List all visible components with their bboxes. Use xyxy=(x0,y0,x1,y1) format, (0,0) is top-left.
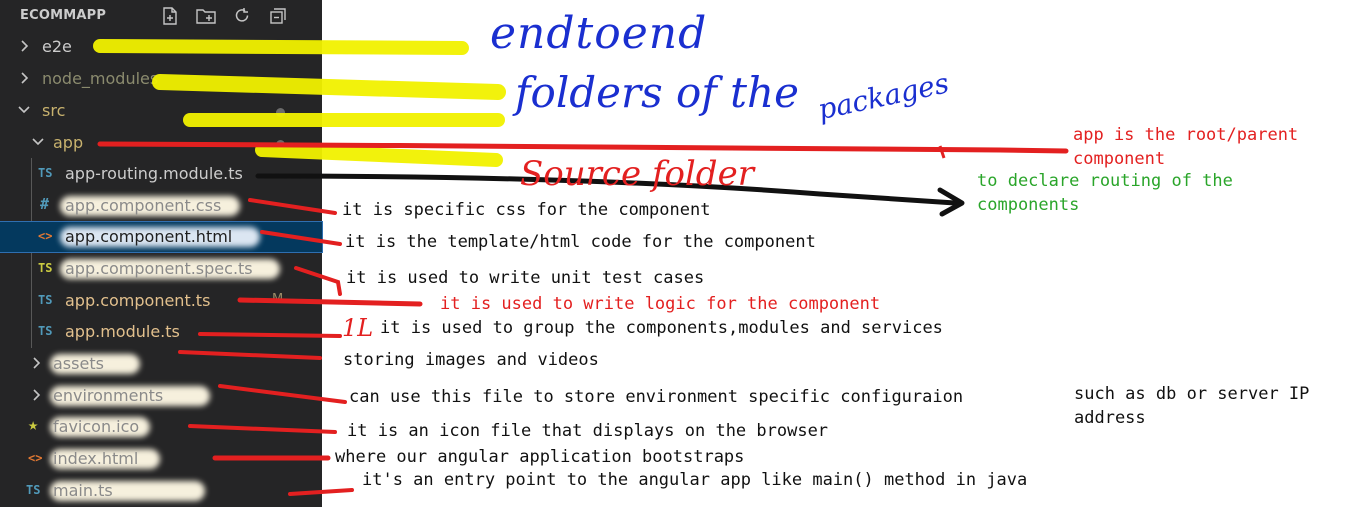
note-environments-cont: such as db or server IP xyxy=(1074,384,1310,404)
handwritten-src-note: Source folder xyxy=(520,154,754,194)
note-css: it is specific css for the component xyxy=(342,200,711,220)
red-marker-stroke xyxy=(198,332,342,338)
red-marker-stroke xyxy=(218,384,347,404)
handwritten-e2e-note: endtoend xyxy=(490,8,708,59)
red-marker-stroke xyxy=(237,297,423,307)
note-component-ts: it is used to write logic for the compon… xyxy=(440,294,881,314)
red-marker-stroke xyxy=(260,230,342,246)
highlight-stroke xyxy=(93,39,469,55)
note-app-root: app is the root/parent xyxy=(1073,125,1299,145)
red-marker-stroke xyxy=(178,350,322,360)
handwritten-node-modules-note: folders of the xyxy=(515,68,799,117)
highlight-stroke xyxy=(152,74,506,100)
red-marker-stroke xyxy=(294,266,342,296)
note-spec: it is used to write unit test cases xyxy=(346,268,705,288)
note-main: it's an entry point to the angular app l… xyxy=(362,470,1028,490)
note-html: it is the template/html code for the com… xyxy=(345,232,816,252)
note-index: where our angular application bootstraps xyxy=(335,447,745,467)
note-routing-2: components xyxy=(977,195,1080,215)
red-marker-stroke xyxy=(97,141,1069,154)
note-module: it is used to group the components,modul… xyxy=(380,318,943,338)
note-environments: can use this file to store environment s… xyxy=(349,387,964,407)
red-marker-stroke xyxy=(188,424,337,434)
note-favicon: it is an icon file that displays on the … xyxy=(347,421,829,441)
note-assets: storing images and videos xyxy=(343,350,599,370)
note-app-root-2: component xyxy=(1073,149,1166,169)
red-marker-stroke xyxy=(288,488,354,496)
note-environments-cont-2: address xyxy=(1074,408,1146,428)
red-marker-stroke xyxy=(248,198,337,215)
note-module-mark: 1L xyxy=(342,314,374,342)
highlight-stroke xyxy=(255,143,503,167)
note-routing: to declare routing of the xyxy=(977,171,1233,191)
